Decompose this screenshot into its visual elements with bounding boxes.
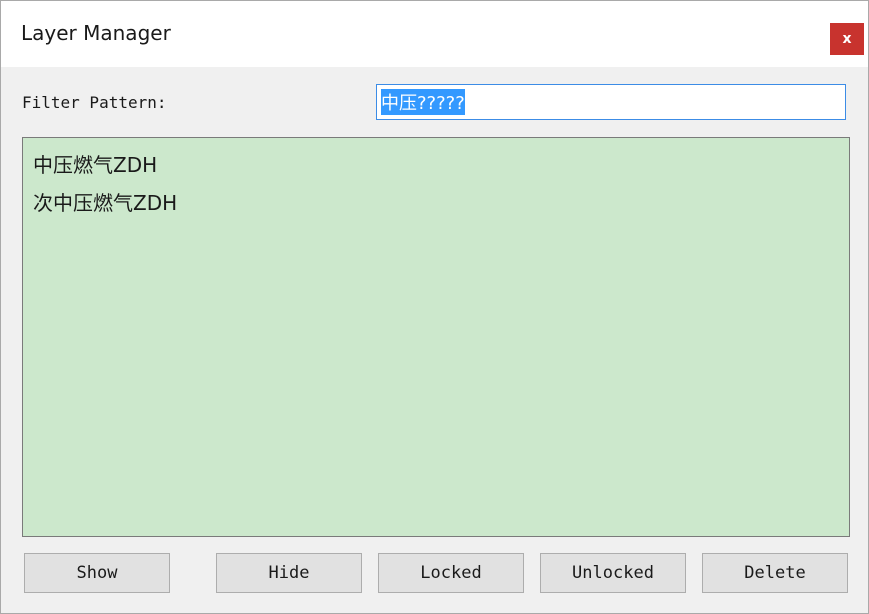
title-bar: Layer Manager x	[1, 1, 868, 67]
delete-button[interactable]: Delete	[702, 553, 848, 593]
window-title: Layer Manager	[21, 21, 171, 45]
hide-button[interactable]: Hide	[216, 553, 362, 593]
close-button[interactable]: x	[830, 23, 864, 55]
list-item[interactable]: 次中压燃气ZDH	[33, 184, 839, 222]
filter-selected-text: 中压?????	[381, 89, 465, 115]
show-button[interactable]: Show	[24, 553, 170, 593]
unlocked-button[interactable]: Unlocked	[540, 553, 686, 593]
filter-pattern-input[interactable]: 中压?????	[376, 84, 846, 120]
layer-list[interactable]: 中压燃气ZDH 次中压燃气ZDH	[22, 137, 850, 537]
layer-manager-window: Layer Manager x Filter Pattern: 中压????? …	[0, 0, 869, 614]
close-icon: x	[842, 31, 852, 47]
locked-button[interactable]: Locked	[378, 553, 524, 593]
filter-pattern-label: Filter Pattern:	[22, 93, 167, 112]
list-item[interactable]: 中压燃气ZDH	[33, 146, 839, 184]
